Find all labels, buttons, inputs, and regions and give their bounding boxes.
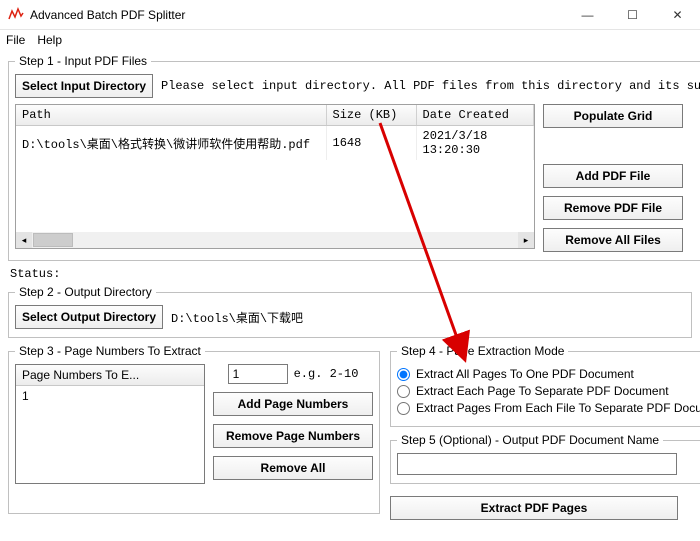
radio-extract-from-each-input[interactable] — [397, 402, 410, 415]
status-label: Status: — [10, 267, 692, 281]
step2-group: Step 2 - Output Directory Select Output … — [8, 285, 692, 338]
list-item[interactable]: 1 — [16, 386, 204, 406]
col-size[interactable]: Size (KB) — [326, 105, 416, 126]
col-date[interactable]: Date Created — [416, 105, 534, 126]
step2-legend: Step 2 - Output Directory — [15, 285, 156, 299]
window-title: Advanced Batch PDF Splitter — [30, 8, 565, 22]
output-path: D:\tools\桌面\下载吧 — [171, 309, 303, 326]
scroll-left-icon[interactable]: ◂ — [16, 232, 32, 248]
minimize-button[interactable]: — — [565, 0, 610, 30]
remove-pdf-file-button[interactable]: Remove PDF File — [543, 196, 683, 220]
menu-help[interactable]: Help — [37, 33, 62, 47]
close-button[interactable]: ✕ — [655, 0, 700, 30]
select-input-directory-button[interactable]: Select Input Directory — [15, 74, 153, 98]
table-row[interactable]: D:\tools\桌面\格式转换\微讲师软件使用帮助.pdf 1648 2021… — [16, 126, 534, 161]
radio-extract-from-each[interactable]: Extract Pages From Each File To Separate… — [397, 401, 700, 415]
remove-all-page-numbers-button[interactable]: Remove All — [213, 456, 373, 480]
page-numbers-list[interactable]: Page Numbers To E... 1 — [15, 364, 205, 484]
step5-legend: Step 5 (Optional) - Output PDF Document … — [397, 433, 663, 447]
radio-extract-each[interactable]: Extract Each Page To Separate PDF Docume… — [397, 384, 700, 398]
remove-page-numbers-button[interactable]: Remove Page Numbers — [213, 424, 373, 448]
populate-grid-button[interactable]: Populate Grid — [543, 104, 683, 128]
page-number-input[interactable] — [228, 364, 288, 384]
output-name-input[interactable] — [397, 453, 677, 475]
maximize-button[interactable]: ☐ — [610, 0, 655, 30]
radio-extract-all-input[interactable] — [397, 368, 410, 381]
scroll-thumb[interactable] — [33, 233, 73, 247]
menu-bar: File Help — [0, 30, 700, 50]
files-table[interactable]: Path Size (KB) Date Created D:\tools\桌面\… — [15, 104, 535, 249]
step5-group: Step 5 (Optional) - Output PDF Document … — [390, 433, 700, 484]
col-path[interactable]: Path — [16, 105, 326, 126]
list-header: Page Numbers To E... — [16, 365, 204, 386]
input-hint: Please select input directory. All PDF f… — [161, 79, 700, 93]
step4-legend: Step 4 - Page Extraction Mode — [397, 344, 568, 358]
app-icon — [8, 7, 24, 23]
scroll-right-icon[interactable]: ▸ — [518, 232, 534, 248]
menu-file[interactable]: File — [6, 33, 25, 47]
radio-extract-each-input[interactable] — [397, 385, 410, 398]
radio-extract-all[interactable]: Extract All Pages To One PDF Document — [397, 367, 700, 381]
step1-legend: Step 1 - Input PDF Files — [15, 54, 151, 68]
remove-all-files-button[interactable]: Remove All Files — [543, 228, 683, 252]
add-page-numbers-button[interactable]: Add Page Numbers — [213, 392, 373, 416]
extract-pdf-pages-button[interactable]: Extract PDF Pages — [390, 496, 678, 520]
step3-group: Step 3 - Page Numbers To Extract Page Nu… — [8, 344, 380, 514]
page-eg: e.g. 2-10 — [294, 367, 359, 381]
step3-legend: Step 3 - Page Numbers To Extract — [15, 344, 205, 358]
add-pdf-file-button[interactable]: Add PDF File — [543, 164, 683, 188]
select-output-directory-button[interactable]: Select Output Directory — [15, 305, 163, 329]
step1-group: Step 1 - Input PDF Files Select Input Di… — [8, 54, 700, 261]
title-bar: Advanced Batch PDF Splitter — ☐ ✕ — [0, 0, 700, 30]
step4-group: Step 4 - Page Extraction Mode Extract Al… — [390, 344, 700, 427]
horizontal-scrollbar[interactable]: ◂ ▸ — [16, 232, 534, 248]
